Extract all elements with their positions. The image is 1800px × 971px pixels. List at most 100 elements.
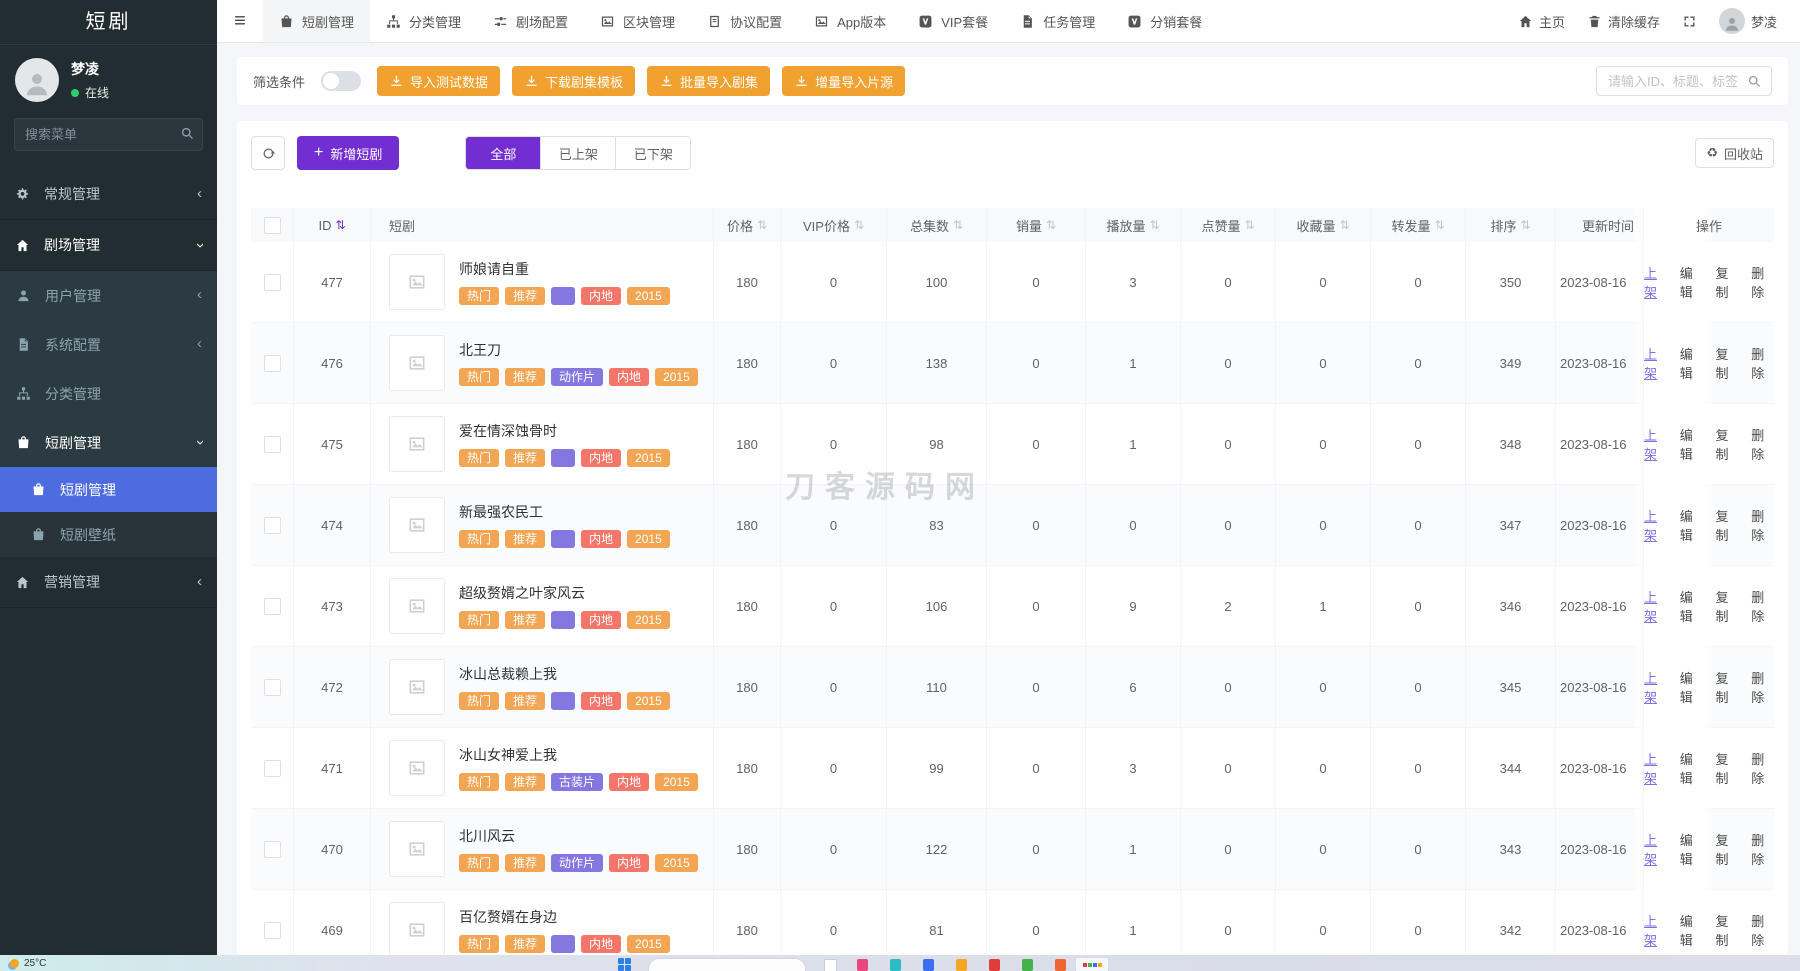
- taskbar-active-app[interactable]: [1075, 957, 1109, 971]
- sidebar-item-system-config[interactable]: 系统配置‹: [0, 320, 217, 369]
- action-publish-link[interactable]: 上架: [1644, 425, 1667, 463]
- taskbar-search[interactable]: [648, 958, 806, 971]
- row-checkbox[interactable]: [264, 436, 281, 453]
- action-delete-link[interactable]: 删除: [1751, 425, 1774, 463]
- sort-toggle-icon[interactable]: ⇅: [1149, 218, 1159, 232]
- user-menu[interactable]: 梦凌: [1708, 0, 1788, 42]
- nav-tab-block-management[interactable]: 区块管理: [584, 0, 691, 42]
- tab-all[interactable]: 全部: [466, 137, 540, 169]
- action-copy-link[interactable]: 复制: [1716, 587, 1739, 625]
- nav-tab-distribution-package[interactable]: 分销套餐: [1111, 0, 1218, 42]
- sidebar-item-user-management[interactable]: 用户管理‹: [0, 271, 217, 320]
- nav-tab-app-version[interactable]: App版本: [798, 0, 902, 42]
- action-delete-link[interactable]: 删除: [1751, 344, 1774, 382]
- nav-tab-theater-config[interactable]: 剧场配置: [477, 0, 584, 42]
- row-checkbox[interactable]: [264, 274, 281, 291]
- nav-tab-vip-package[interactable]: VIP套餐: [902, 0, 1004, 42]
- sidebar-item-drama-management-list[interactable]: 短剧管理: [0, 467, 217, 512]
- action-publish-link[interactable]: 上架: [1644, 911, 1667, 949]
- taskbar-app-icon[interactable]: [890, 959, 901, 971]
- taskbar-app-icon[interactable]: [1022, 959, 1033, 971]
- row-checkbox[interactable]: [264, 922, 281, 939]
- sort-toggle-icon[interactable]: ⇅: [1434, 218, 1444, 232]
- sort-toggle-icon[interactable]: ⇅: [854, 218, 864, 232]
- action-edit-link[interactable]: 编辑: [1680, 830, 1703, 868]
- action-copy-link[interactable]: 复制: [1716, 830, 1739, 868]
- tab-off-shelf[interactable]: 已下架: [615, 137, 690, 169]
- action-delete-link[interactable]: 删除: [1751, 830, 1774, 868]
- taskbar-app-icon[interactable]: [824, 959, 837, 971]
- sidebar-item-drama-management[interactable]: 短剧管理‹: [0, 418, 217, 467]
- row-checkbox[interactable]: [264, 355, 281, 372]
- home-button[interactable]: 主页: [1507, 0, 1576, 42]
- sort-toggle-icon[interactable]: ⇅: [1046, 218, 1056, 232]
- sort-toggle-icon[interactable]: ⇅: [335, 218, 345, 232]
- sort-toggle-icon[interactable]: ⇅: [1339, 218, 1349, 232]
- action-delete-link[interactable]: 删除: [1751, 506, 1774, 544]
- action-copy-link[interactable]: 复制: [1716, 263, 1739, 301]
- button-batch-import-episodes[interactable]: 批量导入剧集: [647, 66, 770, 96]
- action-publish-link[interactable]: 上架: [1644, 506, 1667, 544]
- action-copy-link[interactable]: 复制: [1716, 425, 1739, 463]
- action-edit-link[interactable]: 编辑: [1680, 263, 1703, 301]
- sidebar-item-drama-wallpaper[interactable]: 短剧壁纸: [0, 512, 217, 557]
- row-checkbox[interactable]: [264, 598, 281, 615]
- filter-toggle[interactable]: [321, 71, 361, 91]
- action-delete-link[interactable]: 删除: [1751, 911, 1774, 949]
- button-import-test-data[interactable]: 导入测试数据: [377, 66, 500, 96]
- sort-toggle-icon[interactable]: ⇅: [1244, 218, 1254, 232]
- action-delete-link[interactable]: 删除: [1751, 668, 1774, 706]
- search-icon[interactable]: [180, 126, 195, 141]
- action-publish-link[interactable]: 上架: [1644, 263, 1667, 301]
- row-checkbox[interactable]: [264, 679, 281, 696]
- sidebar-item-general-management[interactable]: 常规管理‹: [0, 169, 217, 220]
- action-publish-link[interactable]: 上架: [1644, 668, 1667, 706]
- taskbar-app-icon[interactable]: [956, 959, 967, 971]
- row-checkbox[interactable]: [264, 841, 281, 858]
- sidebar-item-theater-management[interactable]: 剧场管理‹: [0, 220, 217, 271]
- action-copy-link[interactable]: 复制: [1716, 344, 1739, 382]
- action-delete-link[interactable]: 删除: [1751, 587, 1774, 625]
- action-edit-link[interactable]: 编辑: [1680, 668, 1703, 706]
- button-incremental-import-source[interactable]: 增量导入片源: [782, 66, 905, 96]
- add-drama-button[interactable]: + 新增短剧: [297, 136, 399, 170]
- action-edit-link[interactable]: 编辑: [1680, 344, 1703, 382]
- action-edit-link[interactable]: 编辑: [1680, 425, 1703, 463]
- tab-on-shelf[interactable]: 已上架: [540, 137, 615, 169]
- nav-tab-task-management[interactable]: 任务管理: [1004, 0, 1111, 42]
- action-publish-link[interactable]: 上架: [1644, 830, 1667, 868]
- action-edit-link[interactable]: 编辑: [1680, 749, 1703, 787]
- action-edit-link[interactable]: 编辑: [1680, 587, 1703, 625]
- sidebar-item-marketing-management[interactable]: 营销管理‹: [0, 557, 217, 608]
- nav-tab-protocol-config[interactable]: 协议配置: [691, 0, 798, 42]
- action-delete-link[interactable]: 删除: [1751, 263, 1774, 301]
- start-button[interactable]: [618, 958, 631, 971]
- weather-widget[interactable]: 25°C: [10, 958, 46, 969]
- action-publish-link[interactable]: 上架: [1644, 749, 1667, 787]
- row-checkbox[interactable]: [264, 517, 281, 534]
- action-copy-link[interactable]: 复制: [1716, 506, 1739, 544]
- taskbar-app-icon[interactable]: [989, 959, 1000, 971]
- nav-tab-category-management[interactable]: 分类管理: [370, 0, 477, 42]
- action-delete-link[interactable]: 删除: [1751, 749, 1774, 787]
- sort-toggle-icon[interactable]: ⇅: [1520, 218, 1530, 232]
- action-edit-link[interactable]: 编辑: [1680, 911, 1703, 949]
- button-download-episode-template[interactable]: 下载剧集模板: [512, 66, 635, 96]
- hamburger-menu-icon[interactable]: ≡: [217, 0, 263, 42]
- select-all-checkbox[interactable]: [264, 217, 281, 234]
- action-copy-link[interactable]: 复制: [1716, 749, 1739, 787]
- menu-search-input[interactable]: [14, 118, 203, 151]
- action-copy-link[interactable]: 复制: [1716, 668, 1739, 706]
- taskbar-app-icon[interactable]: [1055, 959, 1066, 971]
- clear-cache-button[interactable]: 清除缓存: [1576, 0, 1671, 42]
- fullscreen-button[interactable]: [1671, 0, 1708, 42]
- row-checkbox[interactable]: [264, 760, 281, 777]
- action-copy-link[interactable]: 复制: [1716, 911, 1739, 949]
- refresh-button[interactable]: [251, 136, 285, 170]
- taskbar-app-icon[interactable]: [923, 959, 934, 971]
- action-edit-link[interactable]: 编辑: [1680, 506, 1703, 544]
- table-search-input[interactable]: [1606, 73, 1741, 90]
- nav-tab-drama-management[interactable]: 短剧管理: [263, 0, 370, 42]
- taskbar-app-icon[interactable]: [857, 959, 868, 971]
- sort-toggle-icon[interactable]: ⇅: [953, 218, 963, 232]
